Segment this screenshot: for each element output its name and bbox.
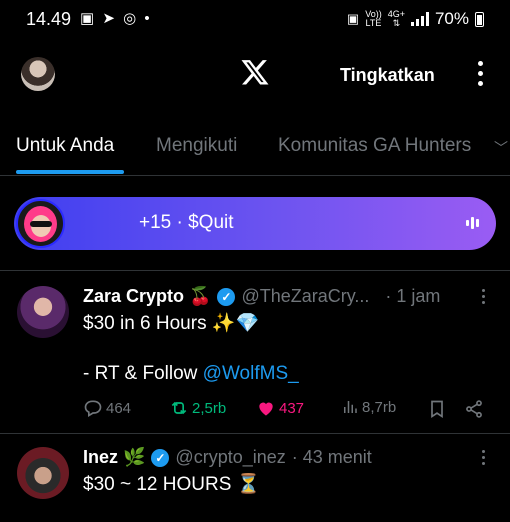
- reply-count: 464: [106, 399, 132, 417]
- telegram-icon: ➤: [102, 10, 117, 27]
- spaces-host-avatar: [16, 199, 65, 248]
- tweet-author-name[interactable]: Zara Crypto 🍒: [83, 286, 211, 307]
- heart-icon: [259, 402, 273, 416]
- reply-button[interactable]: 464: [83, 398, 131, 418]
- tab-komunitas[interactable]: Komunitas GA Hunters: [278, 135, 471, 157]
- tweet[interactable]: Zara Crypto 🍒 ✓ @TheZaraCry... · 1 jam $…: [0, 271, 510, 433]
- verified-badge-icon: ✓: [217, 287, 236, 306]
- tweet-avatar[interactable]: [17, 447, 69, 499]
- timeline-tabs: Untuk Anda Mengikuti Komunitas GA Hunter…: [0, 130, 510, 176]
- tweet-author-name[interactable]: Inez 🌿: [83, 447, 145, 468]
- tweet-text-line2: - RT & Follow @WolfMS_: [83, 363, 299, 384]
- signal-icon: [410, 12, 429, 26]
- battery-percent: 70%: [434, 9, 469, 28]
- network-type: 4G+ ⇅: [387, 9, 405, 28]
- tweet-text-line1: $30 ~ 12 HOURS ⏳: [83, 474, 261, 495]
- tweet-time: · 1 jam: [385, 286, 441, 306]
- tweet-header: Inez 🌿 ✓ @crypto_inez · 43 menit: [83, 447, 372, 468]
- tweet-actions: 464 2,5rb 437 8,7rb: [83, 398, 493, 422]
- views-count: 8,7rb: [362, 398, 397, 416]
- whatsapp-icon: ◎: [123, 10, 139, 27]
- top-bar: Tingkatkan: [0, 45, 510, 105]
- volte-indicator: Vo)) LTE: [365, 9, 382, 28]
- like-count: 437: [279, 399, 305, 417]
- status-time: 14.49: [26, 9, 72, 29]
- spaces-label: +15 · $Quit: [139, 212, 234, 233]
- image-icon: ▣: [80, 10, 97, 27]
- reply-icon: [84, 400, 102, 417]
- tweet-handle[interactable]: @TheZaraCry...: [241, 286, 369, 307]
- tab-mengikuti[interactable]: Mengikuti: [156, 135, 237, 157]
- verified-badge-icon: ✓: [151, 448, 170, 467]
- repost-count: 2,5rb: [192, 399, 227, 417]
- tab-untuk-anda[interactable]: Untuk Anda: [16, 135, 114, 157]
- bookmark-icon[interactable]: [427, 399, 447, 419]
- views-button[interactable]: 8,7rb: [341, 398, 396, 416]
- upgrade-button[interactable]: Tingkatkan: [340, 65, 435, 86]
- tweet-header: Zara Crypto 🍒 ✓ @TheZaraCry... · 1 jam: [83, 286, 440, 307]
- spaces-banner[interactable]: +15 · $Quit: [14, 197, 496, 250]
- profile-avatar[interactable]: [21, 57, 55, 91]
- status-bar: 14.49 ▣ ➤ ◎ • ▣ Vo)) LTE 4G+ ⇅ 70%: [0, 0, 510, 40]
- mention-link[interactable]: @WolfMS_: [203, 363, 299, 384]
- share-icon[interactable]: [464, 399, 484, 419]
- chevron-down-icon[interactable]: ﹀: [494, 138, 508, 158]
- data-saver-icon: ▣: [346, 11, 360, 26]
- audio-wave-icon: [466, 216, 479, 230]
- tweet[interactable]: Inez 🌿 ✓ @crypto_inez · 43 menit $30 ~ 1…: [0, 434, 510, 522]
- status-right: ▣ Vo)) LTE 4G+ ⇅ 70%: [347, 9, 484, 29]
- tweet-avatar[interactable]: [17, 286, 69, 338]
- tweet-handle[interactable]: @crypto_inez: [175, 447, 285, 468]
- tweet-more-icon[interactable]: [482, 450, 485, 465]
- views-icon: [344, 401, 357, 413]
- dot-icon: •: [144, 10, 152, 27]
- tweet-time: · 43 menit: [291, 447, 372, 467]
- like-button[interactable]: 437: [256, 398, 304, 418]
- more-options-icon[interactable]: [478, 61, 484, 86]
- repost-icon: [171, 401, 187, 415]
- notification-icons: ▣ ➤ ◎ •: [80, 9, 152, 27]
- x-logo-icon[interactable]: [240, 57, 270, 87]
- tweet-more-icon[interactable]: [482, 289, 485, 304]
- repost-button[interactable]: 2,5rb: [169, 398, 226, 418]
- battery-icon: [475, 11, 484, 27]
- active-tab-indicator: [16, 170, 124, 174]
- tweet-text-line1: $30 in 6 Hours ✨💎: [83, 313, 260, 334]
